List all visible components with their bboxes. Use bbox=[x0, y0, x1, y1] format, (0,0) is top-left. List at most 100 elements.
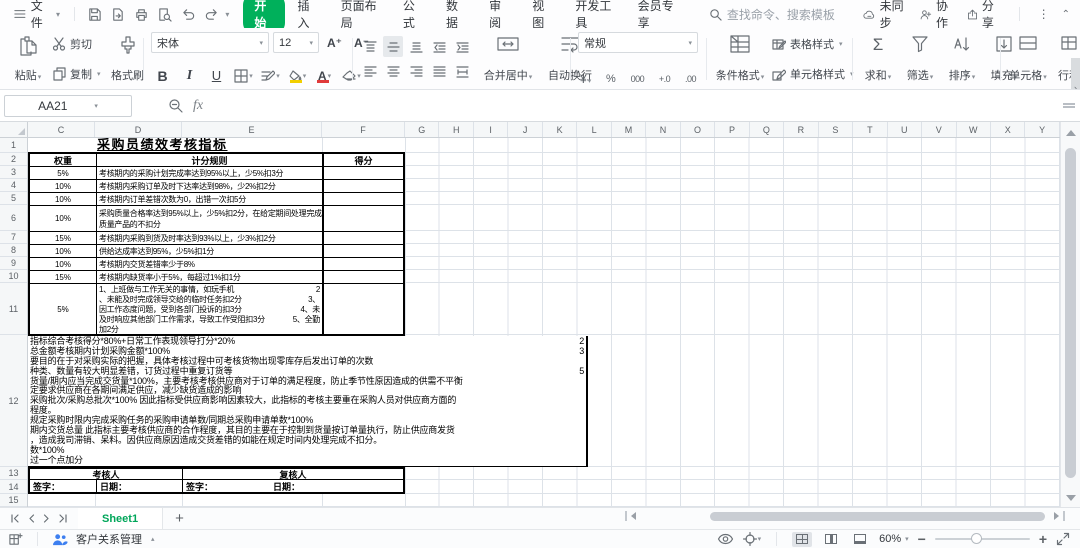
spreadsheet-grid[interactable]: 采购员绩效考核指标 权重 计分规则 得分 5% 考核期内的采购计划完成率达到95… bbox=[28, 138, 1060, 507]
row-header[interactable]: 11 bbox=[0, 283, 27, 335]
crm-people-icon[interactable] bbox=[52, 533, 68, 546]
row-header[interactable]: 6 bbox=[0, 205, 27, 231]
column-header[interactable]: D bbox=[95, 122, 182, 137]
scroll-down-arrow[interactable] bbox=[1066, 495, 1076, 501]
column-header[interactable]: P bbox=[715, 122, 749, 137]
paste-button[interactable]: 粘贴▾ bbox=[8, 32, 48, 86]
distribute-button[interactable] bbox=[452, 61, 472, 82]
justify-button[interactable] bbox=[429, 61, 449, 82]
hscroll-split-handle[interactable] bbox=[625, 511, 627, 521]
column-header[interactable]: K bbox=[543, 122, 577, 137]
row-header[interactable]: 7 bbox=[0, 231, 27, 244]
row-header[interactable]: 12 bbox=[0, 335, 27, 467]
undo-button[interactable] bbox=[179, 4, 198, 24]
column-header[interactable]: W bbox=[957, 122, 991, 137]
italic-button[interactable]: I bbox=[178, 65, 201, 86]
zoom-in-button[interactable]: + bbox=[1039, 531, 1047, 547]
font-family-select[interactable]: 宋体▾ bbox=[151, 32, 269, 53]
horizontal-scrollbar[interactable] bbox=[625, 510, 1065, 522]
borders-button[interactable]: ▾ bbox=[232, 65, 255, 86]
print-button[interactable] bbox=[132, 4, 151, 24]
align-bottom-button[interactable] bbox=[406, 36, 426, 57]
sync-status[interactable]: 未同步 bbox=[863, 0, 908, 31]
scroll-up-arrow[interactable] bbox=[1066, 130, 1076, 136]
zoom-level[interactable]: 60% ▾ bbox=[879, 533, 909, 545]
crm-label[interactable]: 客户关系管理 bbox=[76, 531, 142, 547]
column-header[interactable]: X bbox=[991, 122, 1025, 137]
column-header[interactable]: R bbox=[784, 122, 818, 137]
scroll-right-arrow[interactable] bbox=[1054, 512, 1059, 520]
column-header[interactable]: O bbox=[681, 122, 715, 137]
sheet-tab-sheet1[interactable]: Sheet1 bbox=[78, 508, 163, 529]
row-header[interactable]: 4 bbox=[0, 179, 27, 192]
filter-button[interactable]: 筛选▾ bbox=[900, 32, 940, 86]
export-button[interactable] bbox=[108, 4, 127, 24]
decrease-indent-button[interactable] bbox=[429, 36, 449, 57]
column-header[interactable]: E bbox=[182, 122, 322, 137]
align-right-button[interactable] bbox=[406, 61, 426, 82]
column-header[interactable]: V bbox=[922, 122, 956, 137]
currency-button[interactable]: ¥▾ bbox=[580, 72, 591, 86]
hscroll-track[interactable] bbox=[640, 512, 1050, 521]
sort-button[interactable]: 排序▾ bbox=[942, 32, 982, 86]
align-center-button[interactable] bbox=[383, 61, 403, 82]
column-header[interactable]: S bbox=[819, 122, 853, 137]
command-search-box[interactable]: 查找命令、搜索模板 bbox=[709, 6, 859, 23]
increase-font-button[interactable]: A⁺ bbox=[323, 32, 346, 53]
toolbar-expand-strip[interactable]: › bbox=[1071, 58, 1080, 90]
zoom-slider-thumb[interactable] bbox=[971, 533, 982, 544]
collapse-ribbon-icon[interactable]: ⌃ bbox=[1062, 9, 1070, 20]
column-header[interactable]: F bbox=[322, 122, 405, 137]
copy-button[interactable]: 复制▾ bbox=[52, 66, 101, 82]
select-all-corner[interactable] bbox=[0, 122, 28, 137]
cell-style-button[interactable]: 单元格样式▾ bbox=[772, 66, 854, 82]
eye-protect-icon[interactable] bbox=[717, 533, 734, 545]
normal-view-button[interactable] bbox=[792, 532, 812, 547]
crm-dropdown-icon[interactable]: ▴ bbox=[151, 535, 155, 543]
more-menu-icon[interactable]: ⋮ bbox=[1038, 7, 1050, 21]
column-header[interactable]: N bbox=[646, 122, 680, 137]
column-header[interactable]: G bbox=[405, 122, 439, 137]
zoom-formula-button[interactable] bbox=[168, 98, 183, 113]
horizontal-scroll-thumb[interactable] bbox=[710, 512, 1045, 521]
column-header[interactable]: I bbox=[474, 122, 508, 137]
conditional-format-button[interactable]: 条件格式▾ bbox=[714, 32, 766, 86]
row-header[interactable]: 10 bbox=[0, 270, 27, 283]
draw-border-button[interactable]: ▾ bbox=[259, 65, 282, 86]
percent-button[interactable]: % bbox=[606, 73, 616, 85]
hscroll-split-handle[interactable] bbox=[1063, 511, 1065, 521]
zoom-out-button[interactable]: − bbox=[918, 531, 926, 547]
row-header[interactable]: 9 bbox=[0, 257, 27, 270]
add-sheet-button[interactable]: + bbox=[163, 510, 196, 527]
last-sheet-icon[interactable] bbox=[58, 514, 68, 523]
page-layout-view-button[interactable] bbox=[821, 532, 841, 547]
quick-calc-button[interactable]: ▾ bbox=[743, 532, 762, 546]
column-header[interactable]: M bbox=[612, 122, 646, 137]
row-header[interactable]: 8 bbox=[0, 244, 27, 257]
row-header[interactable]: 2 bbox=[0, 153, 27, 166]
align-middle-button[interactable] bbox=[383, 36, 403, 57]
cut-button[interactable]: 剪切 bbox=[52, 36, 101, 52]
sum-button[interactable]: Σ 求和▾ bbox=[858, 32, 898, 86]
fullscreen-icon[interactable] bbox=[1056, 532, 1070, 546]
decrease-decimal-button[interactable]: .00 bbox=[685, 74, 696, 84]
align-left-button[interactable] bbox=[360, 61, 380, 82]
row-header[interactable]: 13 bbox=[0, 467, 27, 480]
bold-button[interactable]: B bbox=[151, 65, 174, 86]
cells-button[interactable]: 单元格▾ bbox=[1006, 32, 1050, 86]
scroll-left-arrow[interactable] bbox=[631, 512, 636, 520]
first-sheet-icon[interactable] bbox=[10, 514, 20, 523]
merge-center-button[interactable]: 合并居中▾ bbox=[480, 32, 536, 86]
column-header[interactable]: J bbox=[508, 122, 542, 137]
column-header[interactable]: L bbox=[577, 122, 611, 137]
column-header[interactable]: Q bbox=[750, 122, 784, 137]
column-header[interactable]: H bbox=[439, 122, 473, 137]
increase-indent-button[interactable] bbox=[452, 36, 472, 57]
history-dropdown-icon[interactable]: ▾ bbox=[225, 10, 229, 19]
prev-sheet-icon[interactable] bbox=[28, 514, 35, 523]
align-top-button[interactable] bbox=[360, 36, 380, 57]
table-style-button[interactable]: 表格样式▾ bbox=[772, 36, 854, 52]
vertical-scrollbar[interactable] bbox=[1060, 122, 1080, 507]
row-header[interactable]: 1 bbox=[0, 138, 27, 153]
underline-button[interactable]: U bbox=[205, 65, 228, 86]
